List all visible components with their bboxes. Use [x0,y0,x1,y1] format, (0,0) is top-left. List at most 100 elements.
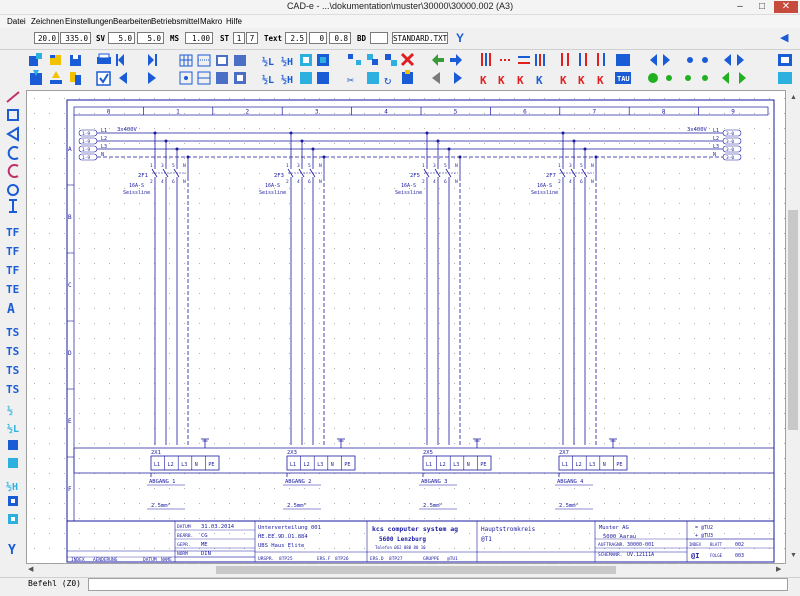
wire-left-icon[interactable] [724,54,731,66]
symbol-k2-icon[interactable]: K [498,74,505,87]
symbol-k6-icon[interactable]: K [578,74,585,87]
symbol-k4-icon[interactable]: K [536,74,543,87]
snap-mid-icon[interactable] [216,72,228,84]
green-dot-icon[interactable] [648,73,658,83]
menu-betriebsmittel[interactable]: Betriebsmittel [151,17,199,26]
scroll-up-icon[interactable]: ▲ [790,94,797,101]
draw-arrow-icon[interactable] [6,126,19,142]
symbol-bus-icon[interactable] [535,54,545,66]
stretch-icon[interactable] [367,72,379,84]
text-a-icon[interactable]: A [7,302,15,317]
draw-curve-icon[interactable] [7,164,19,178]
green-arrow-right-icon[interactable] [739,72,746,84]
menu-hilfe[interactable]: Hilfe [226,17,242,26]
text-rows-icon[interactable] [8,514,18,524]
bd-field[interactable] [370,32,388,44]
minimize-button[interactable]: – [730,1,750,13]
text-vh-icon[interactable]: ½H [281,74,293,86]
horizontal-scrollbar[interactable]: ◀ ▶ [26,564,786,576]
symbol-tau-icon[interactable]: TAU [615,72,631,84]
text-tf3-icon[interactable]: TF [6,264,19,277]
draw-rect-icon[interactable] [7,109,19,121]
menu-zeichnen[interactable]: Zeichnen [31,17,64,26]
text-ts3-icon[interactable]: TS [6,364,19,377]
scroll-right-icon[interactable]: ▶ [776,565,781,573]
import-icon[interactable] [30,70,42,85]
st-field-1[interactable]: 1 [233,32,245,44]
last-page-icon[interactable] [148,72,156,84]
snap-center-icon[interactable] [234,72,246,84]
copy-icon[interactable] [70,72,81,85]
symbol-contact-icon[interactable] [481,53,491,66]
undo-all-icon[interactable] [432,72,440,84]
text-ts4-icon[interactable]: TS [6,383,19,396]
print-icon[interactable] [97,53,111,64]
snap-grid-icon[interactable] [197,54,211,67]
filter-left-icon[interactable]: Y [8,543,16,558]
open-file-icon[interactable] [50,55,61,65]
copy-objects-icon[interactable] [367,54,378,65]
collapse-arrow-icon[interactable]: ◀ [780,31,788,44]
mirror-icon[interactable] [385,54,397,66]
connection-icon[interactable] [687,57,708,63]
paste-icon[interactable] [402,70,413,84]
cross-ref-left-icon[interactable] [650,54,657,66]
drawing-canvas[interactable]: 0 1 2 3 4 5 6 7 8 9 A B C D E F 3x400V 3x400V 1-9 3-0 L1 L1… [26,90,787,565]
text-fill-icon[interactable] [8,458,18,468]
menu-bearbeiten[interactable]: Bearbeiten [113,17,152,26]
text-tf-icon[interactable]: TF [6,226,19,239]
grid-icon[interactable] [179,54,193,67]
rotate-icon[interactable]: ↻ [384,73,391,87]
text-half-icon[interactable]: ½L [262,56,274,68]
symbol-k7-icon[interactable]: K [597,74,604,87]
vertical-scrollbar[interactable]: ▲ ▼ [786,90,800,564]
tool-last-icon[interactable] [778,54,792,66]
next-page-icon[interactable] [148,54,157,66]
text-half-l2-icon[interactable]: ½L [7,423,19,435]
layer-icon[interactable] [216,55,228,66]
snap-end-icon[interactable] [197,71,211,85]
text-tf2-icon[interactable]: TF [6,245,19,258]
cross-ref-right-icon[interactable] [663,54,670,66]
redo-icon[interactable] [450,54,462,66]
zoom-window-icon[interactable] [234,55,246,66]
draw-dimension-icon[interactable] [9,199,17,213]
scroll-down-icon[interactable]: ▼ [790,552,797,559]
check-icon[interactable] [96,71,111,86]
command-input[interactable] [88,578,788,591]
text-box-icon[interactable] [317,54,329,66]
text-frame-icon[interactable] [300,54,312,66]
symbol-k1-icon[interactable]: K [480,74,487,87]
text-column-icon[interactable] [8,496,18,506]
st-field-2[interactable]: 7 [246,32,258,44]
symbol-bridge-icon[interactable] [597,53,605,66]
green-small-dot-icon[interactable] [666,75,672,81]
export-icon[interactable] [50,71,62,84]
text-align-icon[interactable]: ½H [6,481,18,493]
horizontal-scroll-thumb[interactable] [216,566,616,574]
text-frame-l-icon[interactable] [8,440,18,450]
text-hor-icon[interactable]: ½H [281,56,293,68]
text-angle-field[interactable]: 0 [309,32,327,44]
text-block-icon[interactable] [317,72,329,84]
symbol-fuse-icon[interactable] [579,53,587,66]
text-vert-icon[interactable]: ½L [262,74,274,86]
close-button[interactable]: ✕ [774,1,798,13]
new-file-icon[interactable] [29,53,42,66]
symbol-parallel-icon[interactable] [518,56,530,64]
text-half-l-icon[interactable]: ½ [7,405,13,417]
prev-page-icon[interactable] [119,72,127,84]
undo-icon[interactable] [432,54,444,66]
snap-point-icon[interactable] [179,71,193,85]
symbol-k3-icon[interactable]: K [517,74,524,87]
delete-icon[interactable] [400,52,415,67]
text-te-icon[interactable]: TE [6,283,19,296]
cut-icon[interactable]: ✂ [347,73,354,87]
tool-last2-icon[interactable] [778,72,792,84]
text-ts-icon[interactable]: TS [6,326,19,339]
menu-einstellungen[interactable]: Einstellungen [65,17,113,26]
sv-field-2[interactable]: 5.0 [137,32,164,44]
sv-field-1[interactable]: 5.0 [108,32,135,44]
symbol-terminal-icon[interactable] [561,53,569,66]
wire-right-icon[interactable] [737,54,744,66]
